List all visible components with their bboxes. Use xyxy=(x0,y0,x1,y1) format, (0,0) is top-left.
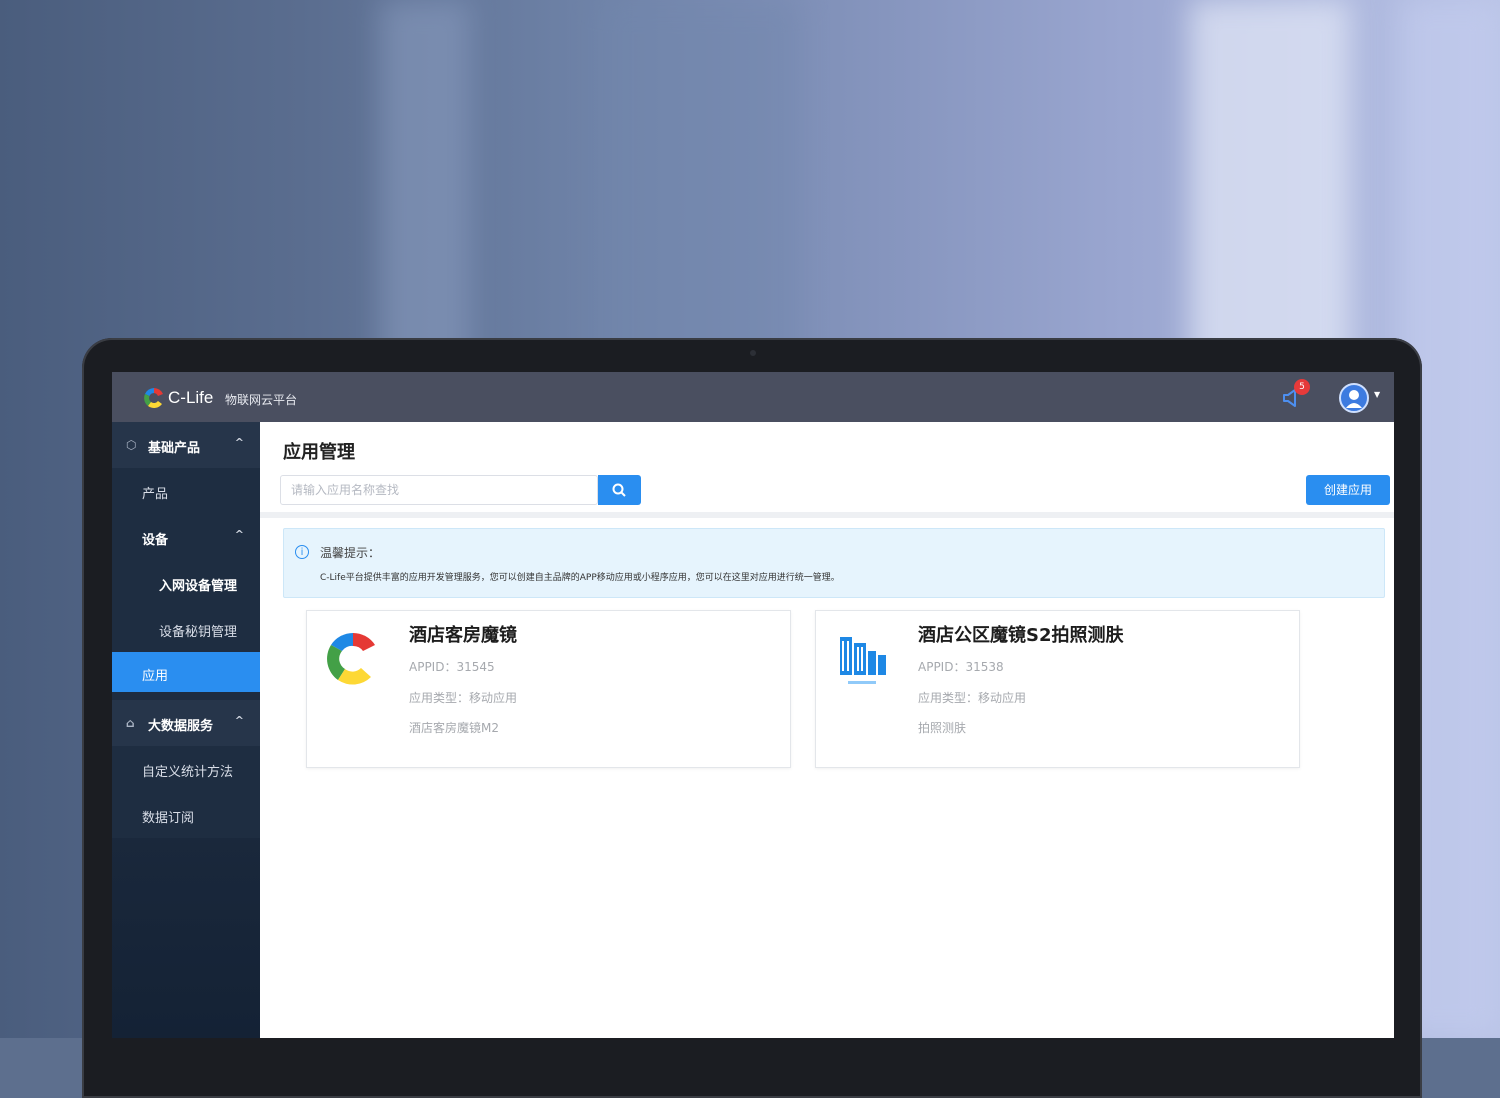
top-bar: C-Life 物联网云平台 5 ▼ xyxy=(112,372,1394,422)
sidebar-item-data-subscription[interactable]: 数据订阅 xyxy=(112,792,260,838)
search-button[interactable] xyxy=(598,475,641,505)
sidebar-item-label: 自定义统计方法 xyxy=(142,765,234,780)
app-card[interactable]: 酒店公区魔镜S2拍照测肤 APPID：31538 应用类型：移动应用 拍照测肤 xyxy=(815,610,1300,768)
brand-subtitle: 物联网云平台 xyxy=(225,393,298,407)
cube-icon: ⬡ xyxy=(126,438,137,452)
bank-icon: ⌂ xyxy=(126,716,135,730)
sidebar-item-label: 数据订阅 xyxy=(142,811,195,826)
sidebar-item-label: 产品 xyxy=(142,487,169,502)
app-id: APPID：31538 xyxy=(918,660,1004,674)
chevron-up-icon: ^ xyxy=(234,528,244,541)
brand-name: C-Life xyxy=(168,388,214,407)
app-type: 应用类型：移动应用 xyxy=(918,691,1027,705)
sidebar-item-network-devices[interactable]: 入网设备管理 xyxy=(112,560,260,606)
sidebar-item-basic-products[interactable]: ⬡ 基础产品 ^ xyxy=(112,422,260,468)
sidebar-item-label: 设备秘钥管理 xyxy=(159,625,238,640)
sidebar-item-label: 入网设备管理 xyxy=(159,579,238,594)
chevron-down-icon[interactable]: ▼ xyxy=(1374,390,1380,399)
avatar[interactable] xyxy=(1339,383,1369,413)
sidebar-item-label: 基础产品 xyxy=(148,441,201,456)
create-app-button[interactable]: 创建应用 xyxy=(1306,475,1390,505)
clife-logo-icon xyxy=(327,632,375,685)
sidebar-item-custom-stats[interactable]: 自定义统计方法 xyxy=(112,746,260,792)
search-input[interactable] xyxy=(280,475,598,505)
chevron-up-icon: ^ xyxy=(234,714,244,727)
chevron-up-icon: ^ xyxy=(234,436,244,449)
sidebar-item-big-data[interactable]: ⌂ 大数据服务 ^ xyxy=(112,700,260,746)
divider xyxy=(260,512,1394,518)
notification-badge: 5 xyxy=(1294,379,1310,395)
info-icon: i xyxy=(295,545,309,559)
building-icon xyxy=(840,637,886,684)
sidebar-item-devices[interactable]: 设备 ^ xyxy=(112,514,260,560)
sidebar-item-device-keys[interactable]: 设备秘钥管理 xyxy=(112,606,260,652)
app-id: APPID：31545 xyxy=(409,660,495,674)
main-content: 应用管理 创建应用 i 温馨提示： C-Life平台提供丰富的应用开发管理服务，… xyxy=(260,422,1394,1038)
page-title: 应用管理 xyxy=(283,442,355,463)
app-card[interactable]: 酒店客房魔镜 APPID：31545 应用类型：移动应用 酒店客房魔镜M2 xyxy=(306,610,791,768)
search-icon xyxy=(612,483,626,497)
sidebar-item-products[interactable]: 产品 xyxy=(112,468,260,514)
app-title: 酒店公区魔镜S2拍照测肤 xyxy=(918,625,1124,646)
app-description: 拍照测肤 xyxy=(918,721,967,735)
tip-text: C-Life平台提供丰富的应用开发管理服务，您可以创建自主品牌的APP移动应用或… xyxy=(320,573,840,583)
tip-banner: i 温馨提示： C-Life平台提供丰富的应用开发管理服务，您可以创建自主品牌的… xyxy=(283,528,1385,598)
sidebar: ⬡ 基础产品 ^ 产品 设备 ^ 入网设备管理 设备秘钥管理 应用 ⌂ 大数据服… xyxy=(112,422,260,1038)
camera-icon xyxy=(750,350,756,356)
clife-logo-icon xyxy=(144,388,163,408)
sidebar-item-apps[interactable]: 应用 xyxy=(112,652,260,692)
user-icon xyxy=(1346,390,1362,408)
sidebar-item-label: 应用 xyxy=(142,669,169,684)
app-type: 应用类型：移动应用 xyxy=(409,691,518,705)
app-screen: C-Life 物联网云平台 5 ▼ ⬡ 基础产品 ^ 产品 设备 ^ 入网设备管… xyxy=(112,372,1394,1038)
app-title: 酒店客房魔镜 xyxy=(409,625,517,646)
sidebar-item-label: 大数据服务 xyxy=(148,719,214,734)
app-description: 酒店客房魔镜M2 xyxy=(409,721,499,735)
sidebar-item-label: 设备 xyxy=(142,533,169,548)
tip-title: 温馨提示： xyxy=(320,546,381,560)
